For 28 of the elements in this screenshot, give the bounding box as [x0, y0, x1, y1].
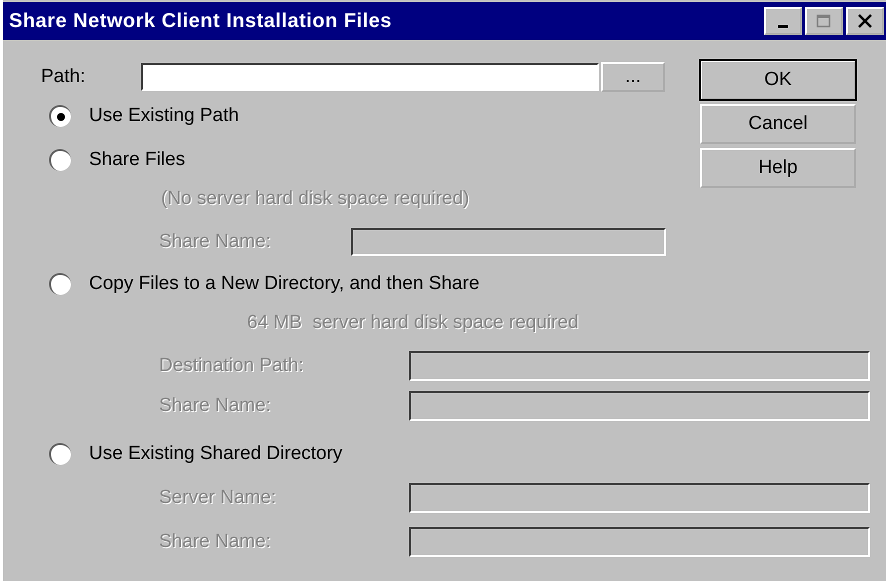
radio-button[interactable]	[49, 149, 71, 171]
field-label: Share Name:	[159, 531, 272, 553]
path-label: Path:	[41, 66, 86, 88]
radio-button[interactable]	[49, 105, 71, 127]
close-button[interactable]	[846, 7, 884, 35]
minimize-icon	[778, 24, 788, 28]
maximize-icon	[816, 14, 832, 28]
option-note: 64 MB server hard disk space required	[247, 312, 579, 334]
radio-button[interactable]	[49, 443, 71, 465]
close-icon	[857, 14, 873, 28]
field-label: Destination Path:	[159, 355, 305, 377]
minimize-button[interactable]	[764, 7, 802, 35]
path-field[interactable]	[141, 63, 599, 91]
field-label: Share Name:	[159, 395, 272, 417]
radio-button[interactable]	[49, 273, 71, 295]
option-note: (No server hard disk space required)	[161, 188, 470, 210]
field-label: Share Name:	[159, 231, 272, 253]
option-label[interactable]: Use Existing Shared Directory	[89, 443, 342, 465]
maximize-button[interactable]	[805, 7, 843, 35]
field-label: Server Name:	[159, 487, 278, 509]
dialog-button[interactable]: OK	[700, 60, 856, 100]
dialog-button[interactable]: Help	[700, 148, 856, 188]
browse-button[interactable]: ...	[601, 62, 665, 92]
window-title: Share Network Client Installation Files	[9, 10, 392, 32]
option-label[interactable]: Copy Files to a New Directory, and then Share	[89, 273, 480, 295]
option-label[interactable]: Use Existing Path	[89, 105, 239, 127]
option-label[interactable]: Share Files	[89, 149, 186, 171]
dialog-button[interactable]: Cancel	[700, 104, 856, 144]
